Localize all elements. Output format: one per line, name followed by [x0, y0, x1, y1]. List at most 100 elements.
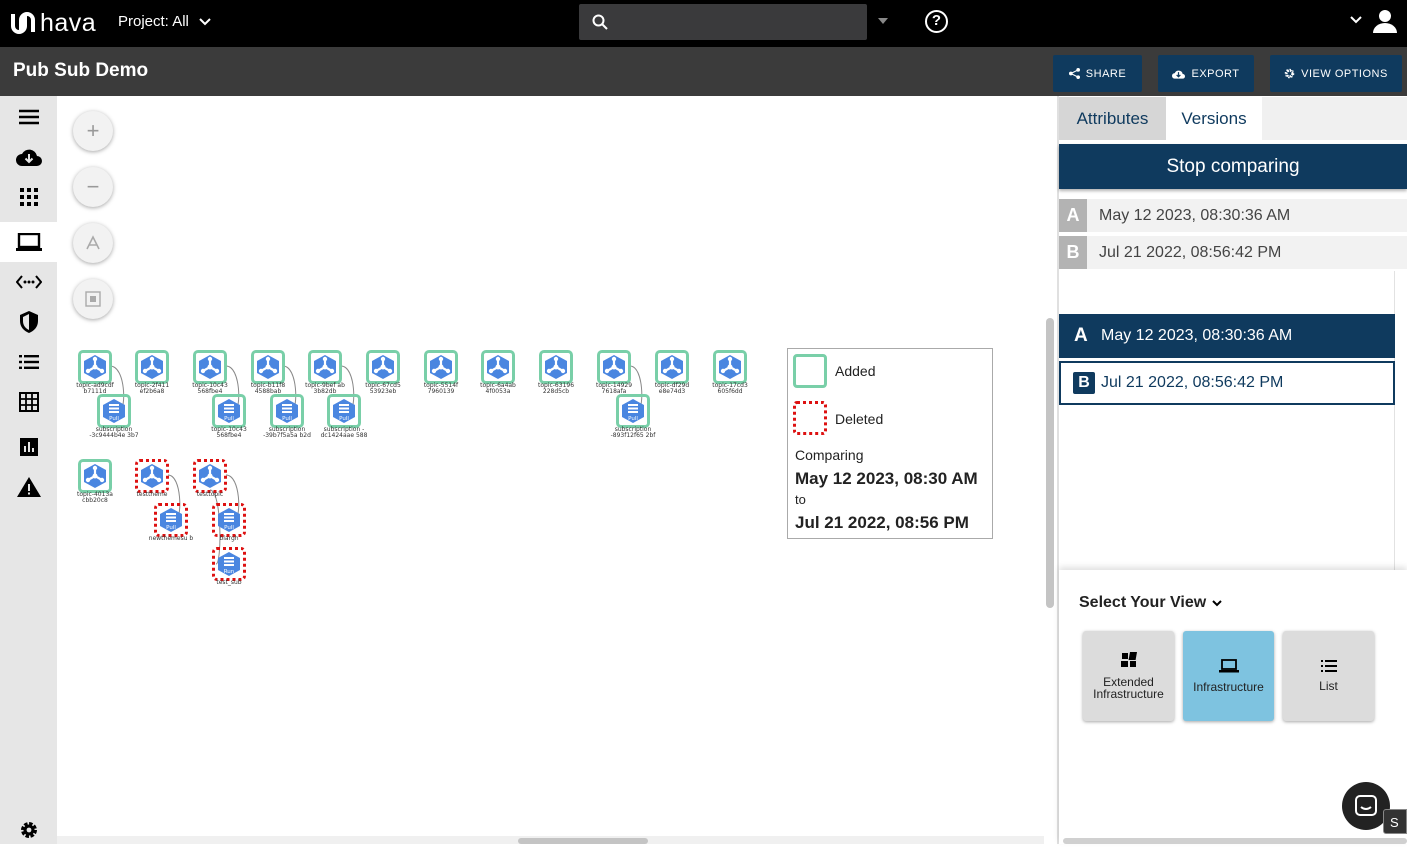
share-button[interactable]: SHARE	[1053, 55, 1142, 92]
fit-view-button[interactable]	[73, 223, 113, 263]
subscription-node[interactable]: Pull	[97, 394, 131, 428]
subscription-node-deleted[interactable]: Pull	[154, 503, 188, 537]
sidebar-item-list[interactable]	[0, 342, 57, 382]
title-bar: Pub Sub Demo SHARE EXPORT VIEW OPTIONS	[0, 47, 1407, 96]
canvas-horizontal-scrollbar[interactable]	[518, 838, 648, 844]
user-icon[interactable]	[1373, 9, 1397, 33]
svg-text:Pull: Pull	[339, 416, 349, 422]
subscription-node[interactable]: Pull	[212, 394, 246, 428]
compare-version-b[interactable]: B Jul 21 2022, 08:56:42 PM	[1059, 361, 1395, 405]
topic-node-label: topic-4013a cbb20c8	[77, 491, 113, 504]
topic-node[interactable]	[78, 459, 112, 493]
zoom-in-button[interactable]: +	[73, 111, 113, 151]
topic-node-deleted-label: testtheme	[136, 491, 168, 498]
select-view-dropdown[interactable]: Select Your View	[1079, 594, 1222, 612]
comparing-label: Comparing	[795, 447, 864, 463]
topic-node-label: topic-df29d e8e74d3	[654, 382, 690, 395]
cloud-download-icon	[15, 149, 42, 166]
view-list-label: List	[1319, 679, 1338, 693]
compare-a-date: May 12 2023, 08:30:36 AM	[1101, 327, 1293, 344]
chevron-down-icon[interactable]	[1350, 16, 1362, 24]
search-input[interactable]	[579, 4, 867, 40]
share-label: SHARE	[1085, 67, 1127, 80]
side-tab-label: S	[1390, 815, 1399, 830]
compare-from-date: May 12 2023, 08:30 AM	[795, 469, 978, 488]
svg-text:Run: Run	[224, 569, 235, 575]
subscription-node-deleted[interactable]: Run	[212, 547, 246, 581]
sidebar-item-table[interactable]	[0, 382, 57, 422]
sidebar-item-dashboard[interactable]	[0, 177, 57, 217]
subscription-node-label: subscription -39b7f5a5a b2d	[263, 426, 311, 439]
subscription-node-deleted-label: newthemesu b	[148, 535, 194, 542]
sidebar-item-reports[interactable]	[0, 427, 57, 467]
side-tab[interactable]: S	[1383, 809, 1407, 834]
topic-node[interactable]	[713, 350, 747, 384]
view-extended-infrastructure-button[interactable]: Extended Infrastructure	[1083, 631, 1174, 721]
sidebar-item-security[interactable]	[0, 302, 57, 342]
fit-icon	[86, 235, 100, 250]
export-button[interactable]: EXPORT	[1158, 55, 1254, 92]
tab-attributes-label: Attributes	[1076, 108, 1149, 128]
gear-icon	[1284, 68, 1295, 79]
view-options-button[interactable]: VIEW OPTIONS	[1270, 55, 1402, 92]
topic-node[interactable]	[424, 350, 458, 384]
search-dropdown-icon[interactable]	[877, 17, 889, 25]
left-sidebar	[0, 96, 57, 844]
version-a-badge: A	[1059, 199, 1087, 232]
panel-horizontal-scrollbar[interactable]	[1063, 838, 1407, 844]
topic-node[interactable]	[597, 350, 631, 384]
tab-versions[interactable]: Versions	[1166, 97, 1262, 140]
subscription-node-deleted-label: test_sub	[216, 579, 242, 586]
menu-button[interactable]	[0, 97, 57, 137]
topic-node[interactable]	[539, 350, 573, 384]
cloud-download-icon	[1172, 70, 1186, 79]
hava-logo-icon	[11, 12, 35, 34]
compare-a-letter: A	[1074, 325, 1088, 346]
settings-button[interactable]	[0, 810, 57, 850]
view-extended-label: Extended Infrastructure	[1093, 675, 1164, 701]
topic-node[interactable]	[308, 350, 342, 384]
view-list-button[interactable]: List	[1283, 631, 1374, 721]
chart-icon	[19, 438, 38, 456]
topic-node[interactable]	[655, 350, 689, 384]
project-label: Project: All	[118, 13, 189, 30]
stop-comparing-button[interactable]: Stop comparing	[1059, 144, 1407, 189]
logo-text: hava	[40, 8, 97, 37]
topic-node[interactable]	[193, 350, 227, 384]
right-panel: Attributes Versions Stop comparing A May…	[1059, 96, 1407, 844]
help-icon[interactable]: ?	[925, 10, 948, 33]
topic-node[interactable]	[366, 350, 400, 384]
grid-icon	[19, 188, 38, 206]
canvas-vertical-scrollbar[interactable]	[1046, 318, 1054, 608]
subscription-node[interactable]: Pull	[270, 394, 304, 428]
sidebar-item-import[interactable]	[0, 137, 57, 177]
sidebar-item-alerts[interactable]	[0, 467, 57, 507]
subscription-node-deleted[interactable]: Pull	[212, 503, 246, 537]
hava-logo[interactable]: hava	[10, 9, 96, 37]
sidebar-item-infrastructure[interactable]	[0, 222, 57, 262]
sidebar-item-connections[interactable]	[0, 262, 57, 302]
subscription-node-label: topic-10c43 568fbe4	[211, 426, 247, 439]
tab-attributes[interactable]: Attributes	[1059, 97, 1166, 140]
topic-node[interactable]	[135, 350, 169, 384]
project-selector[interactable]: Project: All	[118, 13, 211, 30]
chevron-down-icon	[1212, 599, 1222, 606]
stop-comparing-label: Stop comparing	[1166, 155, 1300, 177]
topic-node[interactable]	[481, 350, 515, 384]
subscription-node[interactable]: Pull	[327, 394, 361, 428]
compare-b-date: Jul 21 2022, 08:56:42 PM	[1101, 374, 1284, 391]
compare-version-a[interactable]: A May 12 2023, 08:30:36 AM	[1059, 314, 1395, 358]
topic-node[interactable]	[251, 350, 285, 384]
zoom-out-button[interactable]: −	[73, 167, 113, 207]
topic-node-label: topic-67cd5 53923eb	[365, 382, 401, 395]
page-title: Pub Sub Demo	[13, 60, 149, 81]
subscription-node-deleted-label: blargh	[219, 535, 239, 542]
subscription-node[interactable]: Pull	[616, 394, 650, 428]
center-view-button[interactable]	[73, 279, 113, 319]
list-icon	[1320, 660, 1337, 672]
topic-node[interactable]	[78, 350, 112, 384]
topic-node-deleted[interactable]	[135, 459, 169, 493]
topic-node-deleted[interactable]	[193, 459, 227, 493]
view-infrastructure-button[interactable]: Infrastructure	[1183, 631, 1274, 721]
version-a-row: A May 12 2023, 08:30:36 AM	[1059, 199, 1407, 232]
